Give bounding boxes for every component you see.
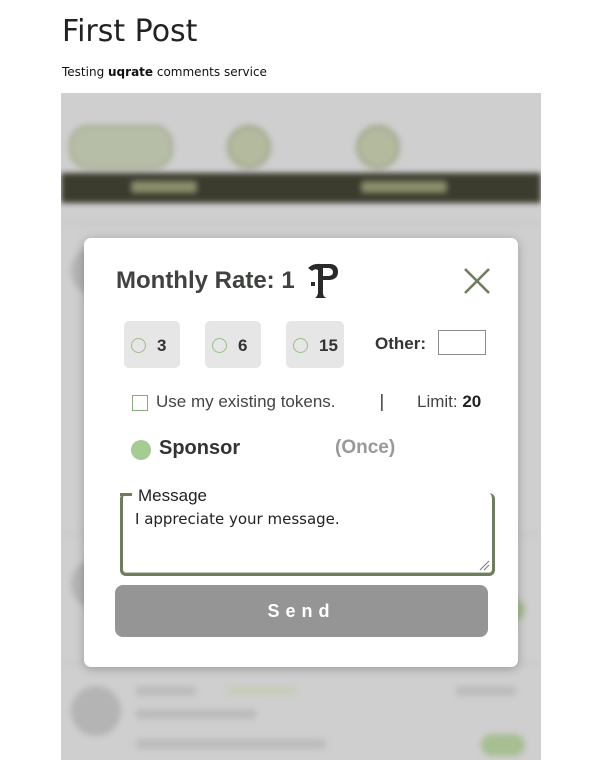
blurred-tab-bar	[61, 173, 541, 203]
radio-icon	[131, 338, 146, 353]
radio-icon	[212, 338, 227, 353]
send-button[interactable]: Send	[115, 585, 488, 637]
page-subtitle: Testing uqrate comments service	[62, 65, 267, 79]
page-title: First Post	[62, 14, 198, 49]
limit-value: 20	[462, 392, 482, 411]
separator: |	[379, 392, 385, 412]
sponsor-label[interactable]: Sponsor	[159, 437, 240, 460]
use-tokens-label[interactable]: Use my existing tokens.	[156, 392, 336, 412]
resize-handle-icon[interactable]	[478, 559, 490, 571]
subtitle-suffix: comments service	[153, 65, 267, 79]
blurred-pill-button	[69, 125, 173, 169]
sponsor-radio[interactable]	[131, 440, 151, 460]
rate-option-6[interactable]: 6	[205, 321, 261, 368]
subtitle-prefix: Testing	[62, 65, 109, 79]
other-amount-label: Other:	[375, 334, 426, 353]
sponsor-rate-modal: Monthly Rate: 1 3 6 15 Other: Use my exi…	[84, 238, 518, 667]
message-legend: Message	[137, 486, 208, 506]
message-textarea[interactable]: I appreciate your message.	[133, 508, 477, 548]
brand-name: uqrate	[108, 65, 154, 79]
blurred-comment-row	[61, 663, 541, 760]
radio-icon	[293, 338, 308, 353]
ticket-glyph-icon	[308, 263, 338, 298]
rate-option-3[interactable]: 3	[124, 321, 180, 368]
rate-option-15[interactable]: 15	[286, 321, 344, 368]
rate-option-value: 3	[157, 336, 167, 355]
use-tokens-checkbox[interactable]	[132, 395, 148, 411]
close-icon[interactable]	[462, 266, 492, 296]
sponsor-once-note: (Once)	[335, 437, 396, 458]
limit-label: Limit:	[417, 392, 463, 411]
blurred-circle-button	[227, 125, 271, 169]
rate-option-value: 15	[319, 336, 338, 355]
token-limit: Limit: 20	[417, 392, 481, 412]
blurred-circle-button	[356, 125, 400, 169]
other-amount-input[interactable]	[438, 330, 486, 355]
modal-title: Monthly Rate: 1	[116, 267, 295, 294]
rate-option-value: 6	[238, 336, 248, 355]
